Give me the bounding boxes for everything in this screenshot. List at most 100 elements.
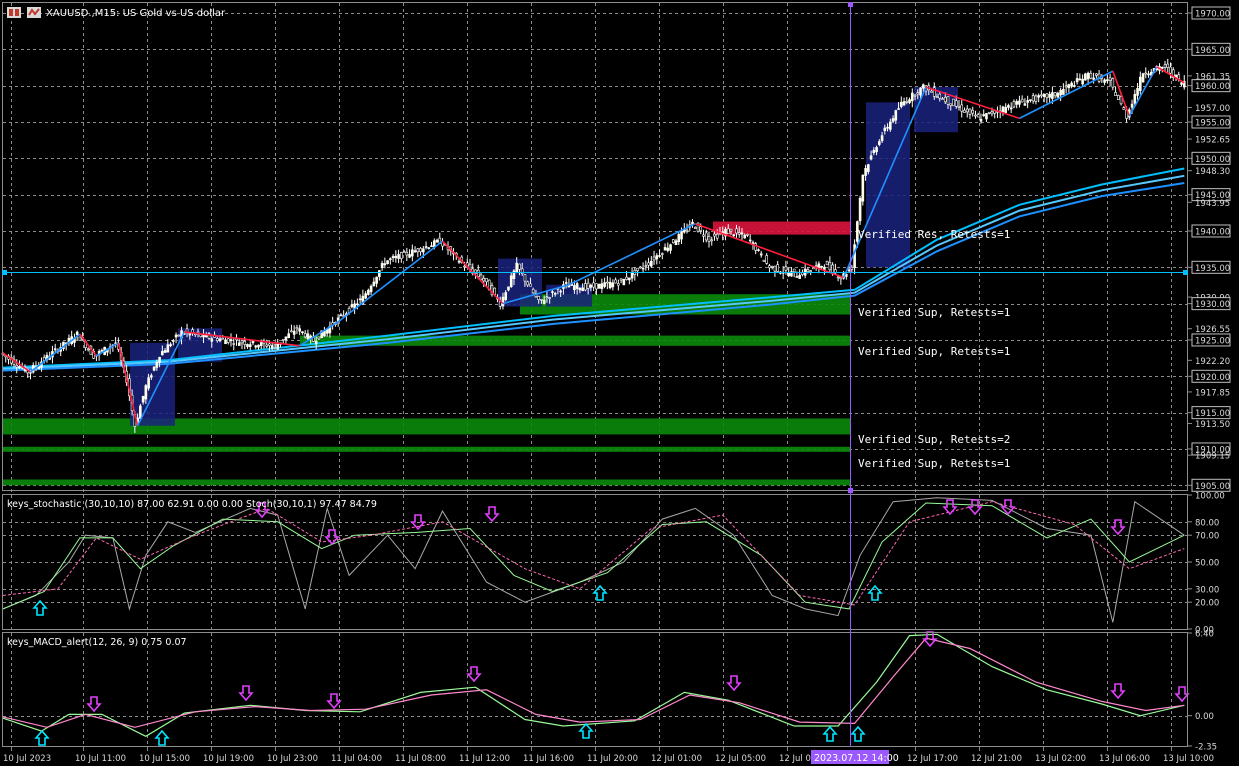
candle-body: [872, 149, 876, 153]
candle-body: [1180, 82, 1183, 85]
candle-body: [1163, 64, 1167, 68]
zone-resistance: [713, 221, 850, 235]
stoch-tick-label: 100.00: [1195, 492, 1225, 502]
candle-body: [586, 282, 590, 289]
candle-body: [853, 244, 856, 269]
candle-body: [559, 290, 562, 293]
price-tick-label: 1935.00: [1195, 264, 1230, 274]
candle-body: [1026, 100, 1029, 103]
price-tick-label: 1940.00: [1195, 227, 1230, 237]
candle-body: [531, 288, 535, 294]
zone-support: [3, 479, 850, 486]
candle-body: [367, 289, 370, 295]
candle-body: [1064, 85, 1068, 88]
candle-body: [894, 110, 898, 121]
candle-body: [1141, 73, 1145, 83]
chart-type-icon-stripe: [9, 9, 13, 16]
candle-body: [702, 234, 705, 237]
candle-body: [850, 266, 854, 270]
trading-chart[interactable]: Verified Res, Retests=1 Verified Sup, Ret…: [0, 0, 1239, 766]
candle-body: [75, 331, 79, 336]
candle-body: [237, 342, 241, 346]
candle-body: [422, 248, 425, 253]
cursor-handle-bottom[interactable]: [848, 488, 853, 493]
candle-body: [476, 269, 480, 277]
candle-body: [1042, 94, 1046, 97]
candle-body: [540, 299, 543, 301]
current-price-handle-right[interactable]: [1183, 270, 1188, 275]
cursor-time-label: 2023.07.12 14:00: [814, 753, 899, 764]
candle-body: [515, 262, 519, 273]
candle-body: [960, 104, 964, 112]
candle-body: [976, 114, 980, 118]
candle-body: [762, 259, 766, 262]
candle-body: [100, 349, 104, 352]
candle-body: [257, 344, 260, 348]
candle-body: [974, 114, 977, 117]
candle-body: [509, 275, 513, 288]
candle-body: [952, 98, 955, 107]
candle-body: [636, 267, 639, 272]
candle-body: [172, 340, 175, 342]
candle-body: [814, 265, 818, 267]
candle-body: [529, 283, 532, 287]
candle-body: [518, 263, 521, 270]
price-tick-label: 1960.00: [1195, 82, 1230, 92]
candle-body: [1034, 95, 1038, 102]
candle-body: [784, 266, 788, 271]
candle-body: [144, 385, 148, 400]
candle-body: [548, 297, 551, 299]
candle-body: [177, 334, 181, 337]
time-tick-label: 11 Jul 08:00: [395, 754, 446, 764]
current-price-handle-left[interactable]: [2, 270, 7, 275]
candle-body: [457, 260, 461, 263]
candle-body: [776, 264, 779, 272]
candle-body: [218, 338, 222, 342]
zone-label: Verified Res, Retests=1: [858, 228, 1010, 241]
candle-body: [413, 250, 417, 253]
candle-body: [910, 92, 914, 102]
price-tick-label: 1957.00: [1195, 104, 1230, 114]
candle-body: [507, 286, 510, 291]
candle-body: [1122, 107, 1126, 110]
candle-body: [677, 234, 681, 243]
time-tick-label: 11 Jul 20:00: [587, 754, 638, 764]
candle-body: [386, 260, 389, 264]
candle-body: [600, 283, 604, 289]
candle-body: [18, 366, 21, 368]
cursor-handle-top[interactable]: [848, 2, 853, 7]
candle-body: [375, 276, 378, 284]
candle-body: [908, 99, 911, 103]
candle-body: [806, 269, 810, 272]
macd-tick-label: 0.00: [1195, 712, 1214, 722]
candle-body: [886, 126, 889, 129]
candle-body: [650, 260, 653, 267]
candle-body: [1023, 103, 1027, 106]
candle-body: [1037, 95, 1040, 98]
candle-body: [1053, 92, 1057, 97]
candle-body: [1045, 93, 1049, 98]
candle-body: [941, 98, 944, 100]
stoch-tick-label: 20.00: [1195, 599, 1219, 609]
candle-body: [759, 253, 763, 256]
candle-body: [232, 343, 236, 345]
candle-body: [526, 281, 529, 286]
candle-body: [251, 340, 255, 344]
macd-title: keys_MACD_alert(12, 26, 9) 0.75 0.07: [7, 637, 187, 648]
price-tick-label: 1930.00: [1195, 300, 1230, 310]
price-tick-label: 1922.20: [1195, 357, 1230, 367]
time-tick-label: 12 Jul 05:00: [715, 754, 766, 764]
candle-body: [378, 270, 381, 277]
stoch-tick-label: 70.00: [1195, 532, 1219, 542]
candle-body: [284, 336, 288, 341]
candle-body: [301, 331, 304, 334]
candle-body: [699, 226, 703, 232]
candle-body: [306, 333, 310, 340]
chart-title: XAUUSD.,M15: US Gold vs US dollar: [46, 8, 226, 19]
candle-body: [504, 292, 508, 300]
candle-body: [1169, 66, 1172, 74]
candle-body: [965, 108, 969, 113]
candle-body: [847, 269, 851, 272]
candle-body: [639, 266, 642, 269]
candle-body: [897, 108, 900, 110]
